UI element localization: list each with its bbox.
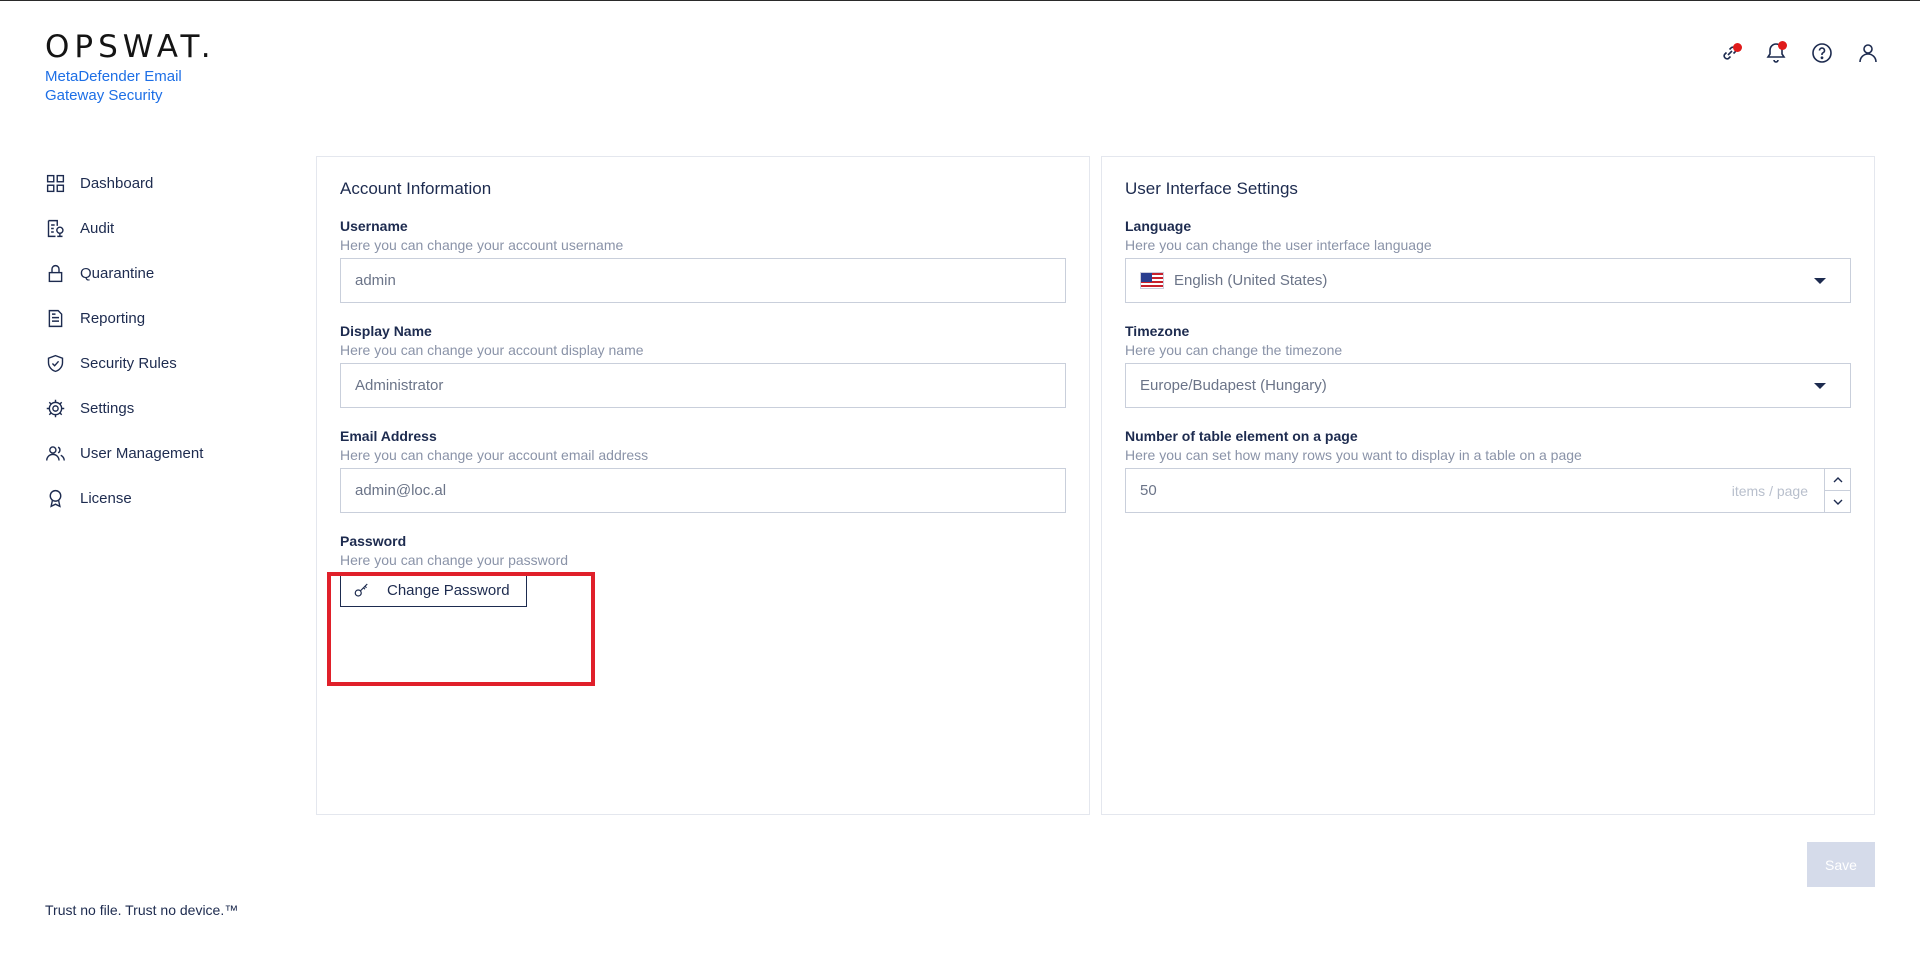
user-icon[interactable] (1856, 41, 1880, 65)
header-actions (1718, 41, 1880, 65)
sidebar-item-label: User Management (80, 445, 204, 462)
footer-tagline: Trust no file. Trust no device.™ (45, 902, 239, 918)
notifications-alert-dot (1778, 41, 1787, 50)
network-icon[interactable] (1718, 41, 1742, 65)
field-label: Username (340, 218, 408, 234)
field-help: Here you can change your account usernam… (340, 237, 624, 253)
field-help: Here you can change the timezone (1125, 342, 1343, 358)
field-help: Here you can set how many rows you want … (1125, 447, 1582, 463)
sidebar-item-security-rules[interactable]: Security Rules (45, 341, 275, 386)
username-field: Username Here you can change your accoun… (340, 217, 1066, 303)
sidebar-item-label: Audit (80, 220, 115, 237)
shield-check-icon (47, 354, 64, 373)
sidebar-item-label: Reporting (80, 310, 146, 327)
display-name-input[interactable]: Administrator (340, 363, 1066, 408)
field-label: Number of table element on a page (1125, 428, 1358, 444)
sidebar-item-label: License (80, 490, 132, 507)
panel-title: Account Information (340, 179, 492, 198)
field-label: Display Name (340, 323, 432, 339)
password-field: Password Here you can change your passwo… (340, 532, 1066, 607)
notifications-icon[interactable] (1764, 41, 1788, 65)
sidebar-item-label: Quarantine (80, 265, 155, 282)
email-input[interactable]: admin@loc.al (340, 468, 1066, 513)
badge-icon (49, 489, 62, 508)
field-help: Here you can change your account email a… (340, 447, 649, 463)
brand: OPSWAT. MetaDefender Email Gateway Secur… (45, 31, 216, 105)
email-field: Email Address Here you can change your a… (340, 427, 1066, 513)
chevron-up-icon (1833, 476, 1842, 482)
sidebar-item-dashboard[interactable]: Dashboard (45, 161, 275, 206)
language-field: Language Here you can change the user in… (1125, 217, 1851, 303)
field-help: Here you can change your password (340, 552, 569, 568)
change-password-button[interactable]: Change Password (340, 573, 527, 607)
audit-icon (47, 219, 64, 238)
timezone-field: Timezone Here you can change the timezon… (1125, 322, 1851, 408)
decrement-button[interactable] (1825, 490, 1850, 512)
sidebar-item-label: Settings (80, 400, 135, 417)
input-value: 50 (1140, 482, 1157, 499)
sidebar-item-license[interactable]: License (45, 476, 275, 521)
sidebar-item-label: Dashboard (80, 175, 154, 192)
dashboard-icon (46, 174, 65, 193)
field-label: Timezone (1125, 323, 1190, 339)
document-icon (48, 309, 63, 328)
product-name: MetaDefender Email Gateway Security (45, 68, 182, 104)
quantity-stepper (1824, 469, 1850, 512)
sidebar-item-settings[interactable]: Settings (45, 386, 275, 431)
sidebar-item-user-management[interactable]: User Management (45, 431, 275, 476)
field-label: Password (340, 533, 407, 549)
select-value: English (United States) (1174, 272, 1328, 289)
timezone-select[interactable]: Europe/Budapest (Hungary) (1125, 363, 1851, 408)
us-flag-icon (1140, 272, 1164, 289)
gear-icon (46, 399, 65, 418)
page-size-input[interactable]: 50 items / page (1125, 468, 1851, 513)
button-label: Change Password (387, 581, 510, 599)
caret-down-icon (1814, 277, 1826, 284)
users-icon (46, 446, 65, 461)
panel-title: User Interface Settings (1125, 179, 1298, 198)
input-value: Administrator (355, 377, 444, 394)
language-select[interactable]: English (United States) (1125, 258, 1851, 303)
display-name-field: Display Name Here you can change your ac… (340, 322, 1066, 408)
save-button[interactable]: Save (1807, 842, 1875, 887)
sidebar-item-audit[interactable]: Audit (45, 206, 275, 251)
field-help: Here you can change the user interface l… (1125, 237, 1432, 253)
ui-settings-panel: User Interface Settings Language Here yo… (1101, 156, 1875, 815)
sidebar-item-quarantine[interactable]: Quarantine (45, 251, 275, 296)
key-icon (354, 583, 368, 597)
field-label: Language (1125, 218, 1192, 234)
increment-button[interactable] (1825, 469, 1850, 490)
help-icon[interactable] (1810, 41, 1834, 65)
input-value: admin (355, 272, 396, 289)
opswat-logo[interactable]: OPSWAT. (45, 31, 216, 63)
sidebar-item-reporting[interactable]: Reporting (45, 296, 275, 341)
input-value: admin@loc.al (355, 482, 447, 499)
account-information-panel: Account Information Username Here you ca… (316, 156, 1090, 815)
sidebar-item-label: Security Rules (80, 355, 177, 372)
chevron-down-icon (1833, 499, 1842, 505)
field-label: Email Address (340, 428, 437, 444)
page-size-field: Number of table element on a page Here y… (1125, 427, 1851, 513)
select-value: Europe/Budapest (Hungary) (1140, 377, 1327, 394)
sidebar-nav: Dashboard Audit Quarantine Reporting Sec… (45, 161, 275, 521)
network-alert-dot (1733, 43, 1742, 52)
lock-icon (48, 264, 63, 283)
input-suffix: items / page (1731, 482, 1808, 499)
field-help: Here you can change your account display… (340, 342, 644, 358)
username-input[interactable]: admin (340, 258, 1066, 303)
caret-down-icon (1814, 382, 1826, 389)
